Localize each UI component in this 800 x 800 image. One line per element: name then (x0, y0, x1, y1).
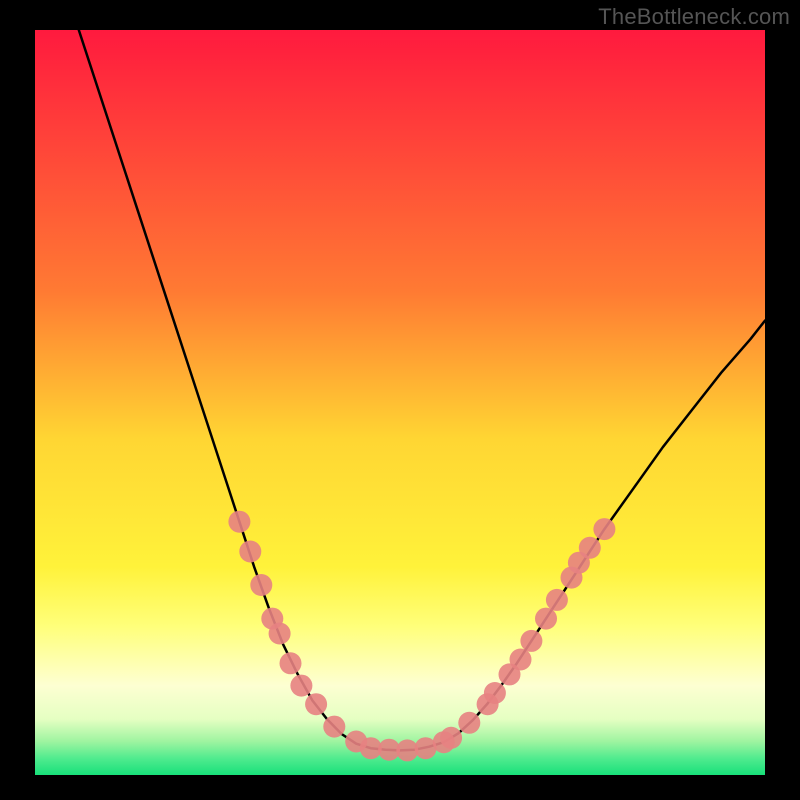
scatter-point (250, 574, 272, 596)
scatter-point (458, 712, 480, 734)
scatter-point (305, 693, 327, 715)
scatter-point (510, 649, 532, 671)
watermark-text: TheBottleneck.com (598, 4, 790, 30)
scatter-point (546, 589, 568, 611)
scatter-point (269, 623, 291, 645)
scatter-point (280, 652, 302, 674)
scatter-point (593, 518, 615, 540)
scatter-point (535, 608, 557, 630)
scatter-point (484, 682, 506, 704)
scatter-point (579, 537, 601, 559)
scatter-point (290, 675, 312, 697)
scatter-point (239, 541, 261, 563)
chart-frame: TheBottleneck.com (0, 0, 800, 800)
chart-svg (0, 0, 800, 800)
scatter-point (520, 630, 542, 652)
scatter-point (323, 716, 345, 738)
scatter-point (440, 727, 462, 749)
scatter-point (228, 511, 250, 533)
plot-background (35, 30, 765, 775)
